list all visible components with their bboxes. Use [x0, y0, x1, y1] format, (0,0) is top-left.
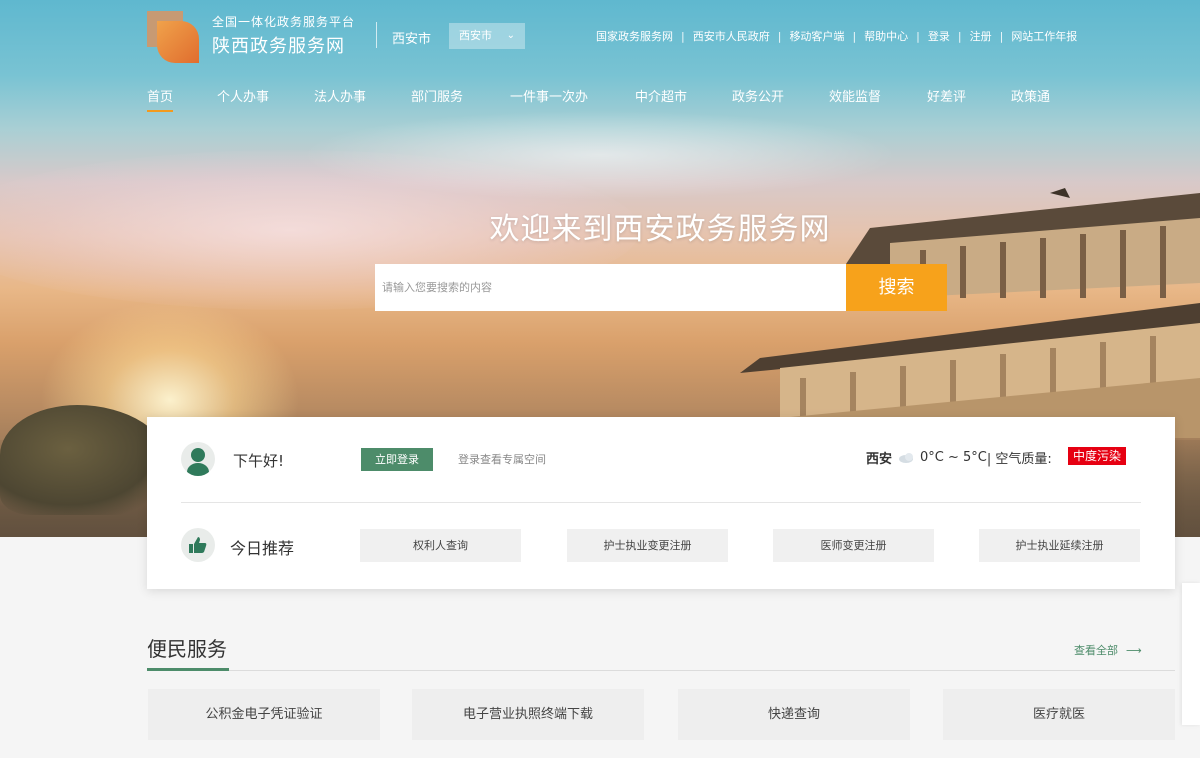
nav-agency-market[interactable]: 中介超市 — [635, 86, 687, 105]
login-hint-link[interactable]: 登录查看专属空间 — [458, 451, 546, 467]
recommend-item-rights-holder-query[interactable]: 权利人查询 — [360, 529, 521, 562]
site-logo-icon[interactable] — [147, 11, 199, 63]
service-medical-care[interactable]: 医疗就医 — [943, 689, 1175, 740]
nav-efficiency-supervision[interactable]: 效能监督 — [829, 86, 881, 105]
link-login[interactable]: 登录 — [928, 28, 950, 44]
air-quality-badge: 中度污染 — [1068, 447, 1127, 465]
search-button[interactable]: 搜索 — [846, 264, 947, 311]
service-provident-fund-verify[interactable]: 公积金电子凭证验证 — [148, 689, 380, 740]
chevron-down-icon: ⌄ — [506, 30, 515, 41]
recommend-item-nurse-change-registration[interactable]: 护士执业变更注册 — [567, 529, 728, 562]
nav-personal-affairs[interactable]: 个人办事 — [217, 86, 269, 105]
link-national-portal[interactable]: 国家政务服务网 — [596, 28, 673, 44]
link-register[interactable]: 注册 — [970, 28, 992, 44]
weather-temperature: 0°C ~ 5°C — [920, 450, 987, 465]
logo-subtitle: 全国一体化政务服务平台 — [212, 15, 356, 29]
card-divider — [181, 502, 1141, 503]
user-info-card: 下午好! 立即登录 登录查看专属空间 西安 0°C ~ 5°C | 空气质量: … — [147, 417, 1175, 589]
nav-policy-link[interactable]: 政策通 — [1011, 86, 1050, 105]
separator: | — [777, 29, 782, 43]
link-help-center[interactable]: 帮助中心 — [864, 28, 908, 44]
section-title-underline — [147, 668, 229, 671]
view-all-link[interactable]: 查看全部 ⟶ — [1074, 642, 1142, 658]
city-select-value: 西安市 — [459, 29, 492, 42]
recommend-title: 今日推荐 — [230, 539, 295, 558]
link-mobile-client[interactable]: 移动客户端 — [789, 28, 844, 44]
view-all-label: 查看全部 — [1074, 644, 1118, 657]
service-e-license-download[interactable]: 电子营业执照终端下载 — [412, 689, 644, 740]
weather-info: 西安 0°C ~ 5°C | 空气质量: — [866, 448, 1052, 467]
hero-title: 欢迎来到西安政务服务网 — [489, 212, 831, 247]
greeting-text: 下午好! — [233, 452, 285, 470]
weather-city: 西安 — [866, 452, 893, 467]
cloud-decoration — [300, 110, 900, 200]
link-city-government[interactable]: 西安市人民政府 — [693, 28, 770, 44]
separator: | — [681, 29, 685, 43]
search-input[interactable] — [375, 264, 846, 311]
air-quality-label: | 空气质量: — [986, 452, 1052, 467]
nav-department-services[interactable]: 部门服务 — [411, 86, 463, 105]
recommend-item-physician-change-registration[interactable]: 医师变更注册 — [773, 529, 934, 562]
nav-one-thing-once[interactable]: 一件事一次办 — [510, 86, 588, 105]
login-button[interactable]: 立即登录 — [361, 448, 433, 471]
separator: | — [957, 29, 962, 43]
separator: | — [852, 29, 857, 43]
service-express-query[interactable]: 快递查询 — [678, 689, 910, 740]
nav-home[interactable]: 首页 — [147, 86, 174, 112]
arrow-right-icon: ⟶ — [1126, 644, 1142, 657]
side-float-panel[interactable] — [1182, 583, 1200, 725]
top-links-bar: 国家政务服务网 | 西安市人民政府 | 移动客户端 | 帮助中心 | 登录 | … — [596, 28, 1077, 44]
link-annual-report[interactable]: 网站工作年报 — [1011, 28, 1077, 44]
weather-cloud-icon — [899, 452, 914, 463]
avatar-icon — [181, 442, 215, 476]
current-city-label: 西安市 — [392, 32, 432, 47]
section-title-convenience: 便民服务 — [147, 637, 227, 661]
separator: | — [999, 29, 1004, 43]
nav-legal-person-affairs[interactable]: 法人办事 — [314, 86, 366, 105]
nav-evaluation[interactable]: 好差评 — [927, 86, 966, 105]
separator: | — [916, 29, 920, 43]
section-divider — [147, 670, 1175, 671]
main-navigation: 首页 个人办事 法人办事 部门服务 一件事一次办 中介超市 政务公开 效能监督 … — [147, 86, 1107, 116]
thumbs-up-icon — [181, 528, 215, 562]
nav-government-disclosure[interactable]: 政务公开 — [732, 86, 784, 105]
logo-title[interactable]: 陕西政务服务网 — [212, 32, 345, 58]
city-select-dropdown[interactable]: 西安市 ⌄ — [449, 23, 525, 49]
recommend-item-nurse-renewal-registration[interactable]: 护士执业延续注册 — [979, 529, 1140, 562]
header-divider — [376, 22, 377, 48]
